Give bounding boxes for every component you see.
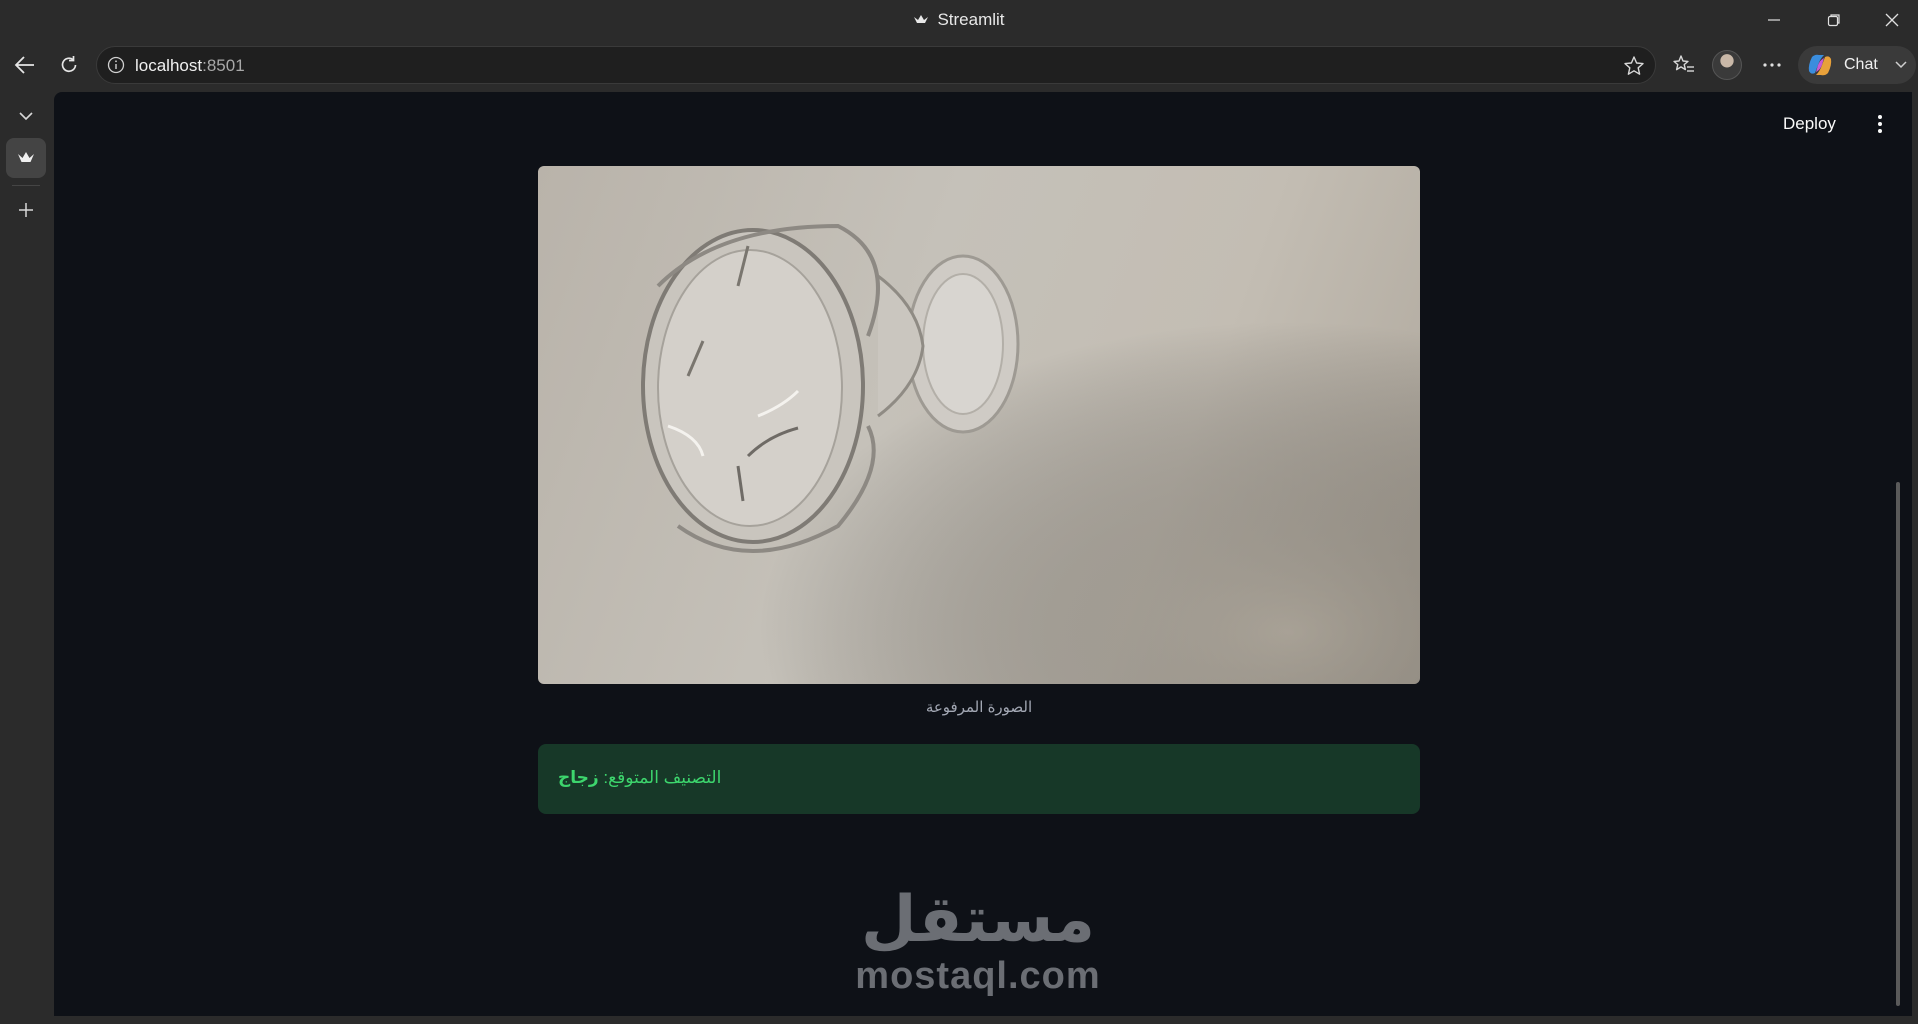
favorite-star-icon[interactable] [1623,55,1645,82]
copilot-chat-button[interactable]: Chat [1798,46,1916,84]
streamlit-app: Deploy الصورة المرفوعة التصنيف المتوقع: … [54,92,1912,1016]
url-text: localhost:8501 [135,56,245,76]
image-caption: الصورة المرفوعة [925,699,1033,716]
favorites-icon[interactable] [1668,50,1700,80]
minimize-button[interactable] [1752,6,1796,34]
url-port: :8501 [202,56,245,75]
vertical-scrollbar[interactable] [1896,482,1900,1006]
restore-button[interactable] [1812,6,1856,34]
tab-streamlit[interactable] [6,138,46,178]
prediction-text: التصنيف المتوقع: زجاج [558,768,721,788]
prediction-value: زجاج [558,768,599,787]
copilot-icon [1806,53,1834,82]
watermark-arabic: مستقل [860,883,1096,955]
chat-label: Chat [1844,56,1878,73]
browser-toolbar: localhost:8501 Chat [0,40,1918,90]
collapse-tabs-button[interactable] [6,96,46,136]
close-window-button[interactable] [1870,6,1914,34]
prediction-success-alert: التصنيف المتوقع: زجاج [538,744,1420,814]
new-tab-button[interactable] [6,190,46,230]
watermark-latin: mostaql.com [855,955,1101,997]
back-button[interactable] [8,49,42,81]
window-title-bar: Streamlit [0,0,1918,40]
address-bar[interactable]: localhost:8501 [96,46,1656,84]
browser-sidebar [0,92,52,1024]
glass-bowl-illustration [538,166,1420,684]
window-title-text: Streamlit [937,10,1005,29]
app-menu-icon[interactable] [1870,112,1890,136]
deploy-button[interactable]: Deploy [1783,114,1836,134]
prediction-label: التصنيف المتوقع: [598,768,722,787]
streamlit-crown-icon [913,11,929,31]
site-info-icon[interactable] [107,56,125,79]
chevron-down-icon[interactable] [1894,57,1908,75]
window-title: Streamlit [0,10,1918,31]
mostaql-watermark: مستقل mostaql.com [838,884,1118,1014]
url-host: localhost [135,56,203,75]
uploaded-image [538,166,1420,684]
profile-avatar[interactable] [1712,50,1742,80]
refresh-button[interactable] [52,49,86,81]
more-options-icon[interactable] [1756,50,1788,80]
sidebar-divider [12,185,40,186]
